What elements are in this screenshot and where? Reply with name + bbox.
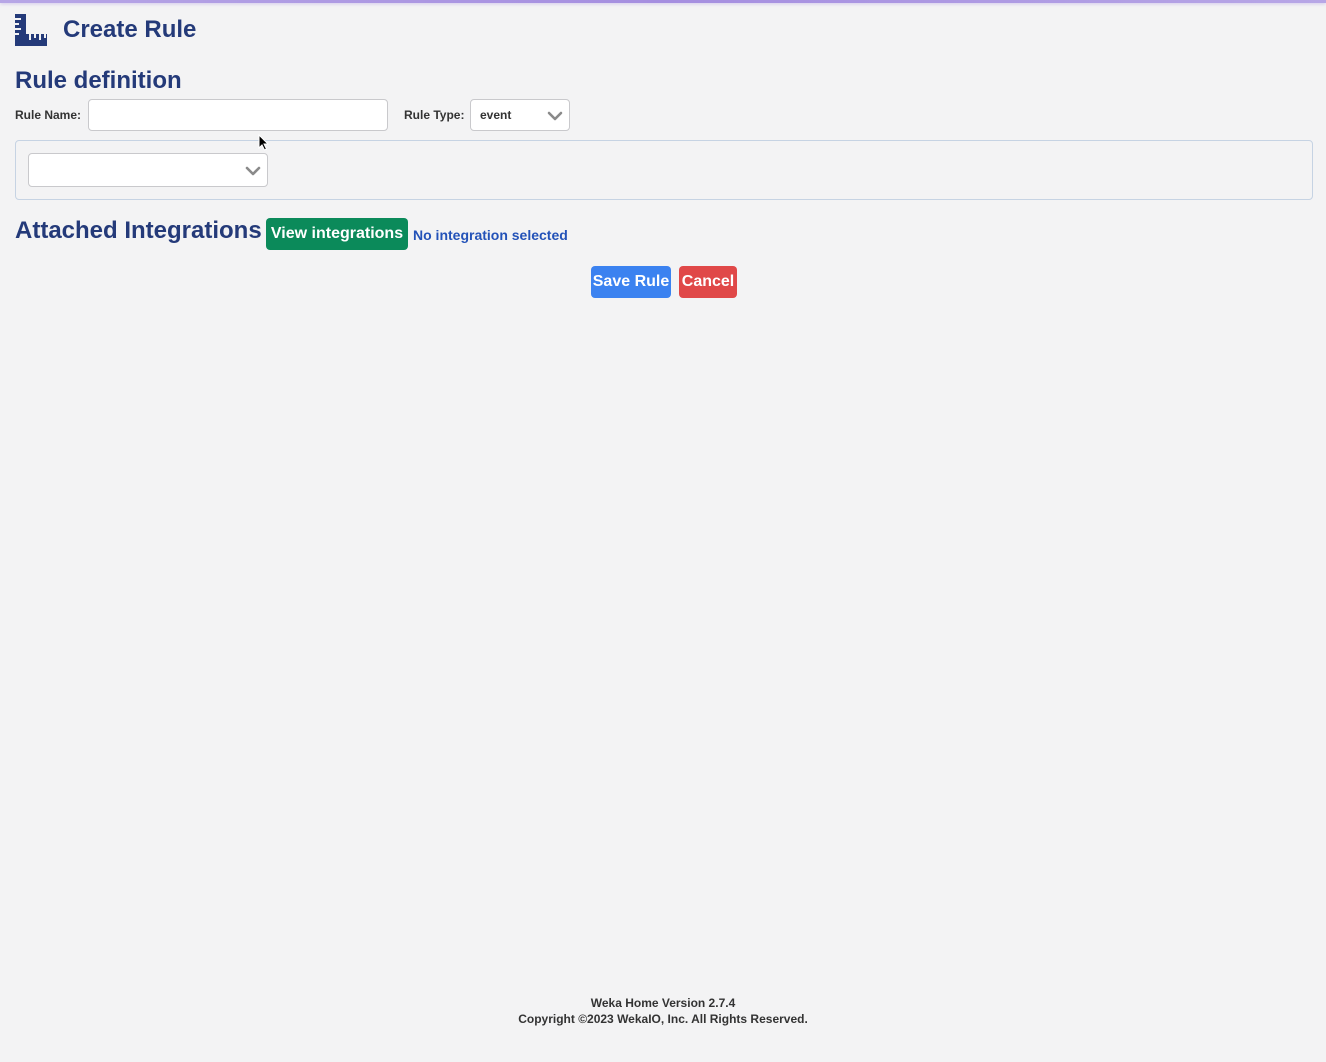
chevron-down-icon xyxy=(245,166,261,176)
condition-select[interactable] xyxy=(28,153,268,187)
page-header: Create Rule xyxy=(15,14,196,46)
page-footer: Weka Home Version 2.7.4 Copyright ©2023 … xyxy=(0,995,1326,1027)
section-title-attached-integrations: Attached Integrations xyxy=(15,217,262,244)
chevron-down-icon xyxy=(547,111,563,121)
section-title-rule-definition: Rule definition xyxy=(15,67,182,94)
rule-type-select[interactable]: event xyxy=(470,99,570,131)
cancel-button[interactable]: Cancel xyxy=(679,266,737,298)
view-integrations-button[interactable]: View integrations xyxy=(266,218,408,250)
save-rule-button[interactable]: Save Rule xyxy=(591,266,671,298)
footer-copyright: Copyright ©2023 WekaIO, Inc. All Rights … xyxy=(518,1012,808,1026)
rule-type-label: Rule Type: xyxy=(404,108,465,122)
rule-name-label: Rule Name: xyxy=(15,108,82,122)
ruler-icon xyxy=(15,14,47,46)
page-title: Create Rule xyxy=(63,16,197,43)
mouse-pointer-icon xyxy=(258,134,269,151)
top-accent-bar xyxy=(0,0,1326,3)
integration-status-text: No integration selected xyxy=(413,227,568,243)
rule-condition-panel xyxy=(15,140,1313,200)
rule-type-value: event xyxy=(480,108,512,122)
rule-name-input[interactable] xyxy=(88,99,388,131)
footer-version: Weka Home Version 2.7.4 xyxy=(590,996,736,1010)
